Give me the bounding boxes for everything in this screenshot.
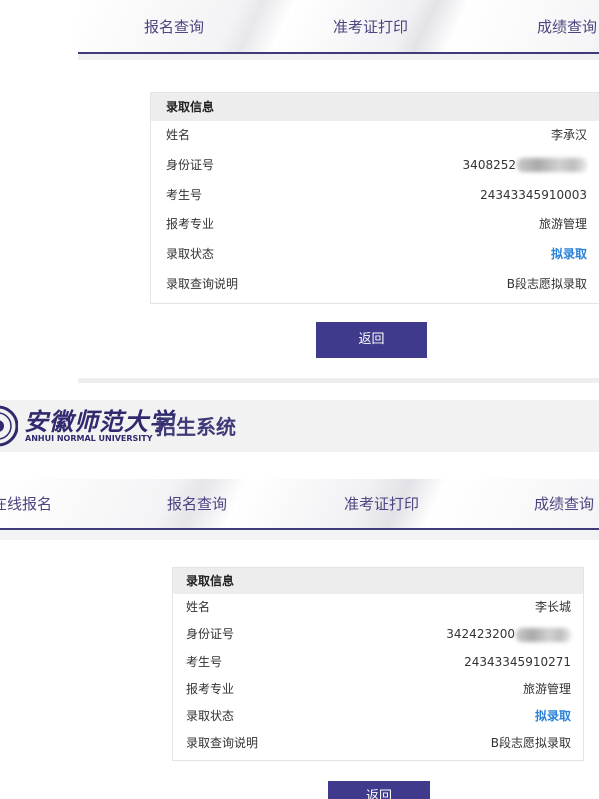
nav-shadow: [78, 54, 599, 60]
row-label: 报考专业: [186, 681, 235, 696]
back-button[interactable]: 返回: [316, 322, 427, 358]
redaction-blur: [516, 627, 571, 642]
row-value: 旅游管理: [538, 217, 587, 232]
info-row-query-note: 录取查询说明 B段志愿拟录取: [151, 270, 599, 300]
redaction-blur: [517, 158, 587, 173]
row-value: 24343345910271: [464, 654, 571, 669]
university-logo-en: ANHUI NORMAL UNIVERSITY: [25, 434, 153, 443]
info-row-major: 报考专业 旅游管理: [173, 676, 583, 703]
info-row-admission-status: 录取状态 拟录取: [173, 703, 583, 730]
system-title: 招生系统: [156, 415, 236, 439]
row-value-redacted: 342423200: [446, 621, 571, 648]
row-value: B段志愿拟录取: [490, 736, 571, 751]
row-value: 李承汉: [550, 128, 587, 142]
bottom-screenshot: 安徽师范大学 ANHUI NORMAL UNIVERSITY 招生系统 在线报名…: [0, 383, 599, 799]
nav-item-score-registration-query[interactable]: 报名查询: [144, 16, 204, 37]
header-logo-bar: 安徽师范大学 ANHUI NORMAL UNIVERSITY 招生系统: [0, 400, 599, 452]
row-label: 姓名: [166, 128, 191, 142]
card-title: 录取信息: [151, 93, 599, 121]
row-label: 录取状态: [186, 709, 235, 724]
row-value-redacted: 3408252: [463, 151, 587, 181]
row-label: 身份证号: [186, 627, 235, 642]
row-label: 身份证号: [166, 157, 215, 172]
back-button[interactable]: 返回: [328, 781, 430, 799]
row-value: 李长城: [534, 600, 571, 614]
card-title: 录取信息: [173, 568, 583, 594]
nav-item-online-registration[interactable]: 在线报名: [0, 493, 52, 514]
nav-item-score-query[interactable]: 成绩查询: [537, 16, 597, 37]
info-row-candidate-number: 考生号 24343345910271: [173, 649, 583, 676]
nav-shadow: [0, 530, 599, 540]
admission-info-card: 录取信息 姓名 李承汉 身份证号 3408252 考生号 24343345910…: [150, 92, 599, 304]
admission-info-card: 录取信息 姓名 李长城 身份证号 342423200 考生号 243433459…: [172, 567, 584, 761]
info-row-id-number: 身份证号 3408252: [151, 151, 599, 181]
info-row-admission-status: 录取状态 拟录取: [151, 240, 599, 270]
row-label: 报考专业: [166, 217, 215, 232]
row-label: 录取查询说明: [186, 736, 259, 751]
info-row-name: 姓名 李承汉: [151, 121, 599, 151]
id-number-prefix: 342423200: [446, 627, 515, 642]
row-label: 考生号: [186, 654, 223, 669]
university-seal-icon: [0, 405, 18, 447]
info-row-name: 姓名 李长城: [173, 594, 583, 621]
info-row-query-note: 录取查询说明 B段志愿拟录取: [173, 730, 583, 757]
row-value: 旅游管理: [522, 681, 571, 696]
nav-item-score-query[interactable]: 成绩查询: [534, 493, 594, 514]
row-value: 24343345910003: [480, 187, 587, 202]
row-label: 姓名: [186, 600, 211, 614]
row-label: 录取状态: [166, 247, 215, 262]
info-row-candidate-number: 考生号 24343345910003: [151, 181, 599, 211]
status-value: 拟录取: [534, 709, 571, 724]
id-number-prefix: 3408252: [462, 157, 516, 172]
row-value: B段志愿拟录取: [506, 276, 587, 291]
university-logo-text: 安徽师范大学: [24, 407, 174, 436]
nav-item-registration-query[interactable]: 报名查询: [167, 493, 227, 514]
top-screenshot: 报名查询 准考证打印 成绩查询 录取信息 姓名 李承汉 身份证号 3408252…: [0, 0, 599, 383]
status-value: 拟录取: [550, 247, 587, 262]
row-label: 录取查询说明: [166, 276, 239, 291]
top-nav-bar: 报名查询 准考证打印 成绩查询: [78, 0, 599, 54]
info-row-major: 报考专业 旅游管理: [151, 210, 599, 240]
info-row-id-number: 身份证号 342423200: [173, 621, 583, 648]
nav-item-admission-ticket-print[interactable]: 准考证打印: [333, 16, 408, 37]
row-label: 考生号: [166, 187, 203, 202]
bottom-nav-bar: 在线报名 报名查询 准考证打印 成绩查询: [0, 479, 599, 530]
nav-item-admission-ticket-print[interactable]: 准考证打印: [344, 493, 419, 514]
